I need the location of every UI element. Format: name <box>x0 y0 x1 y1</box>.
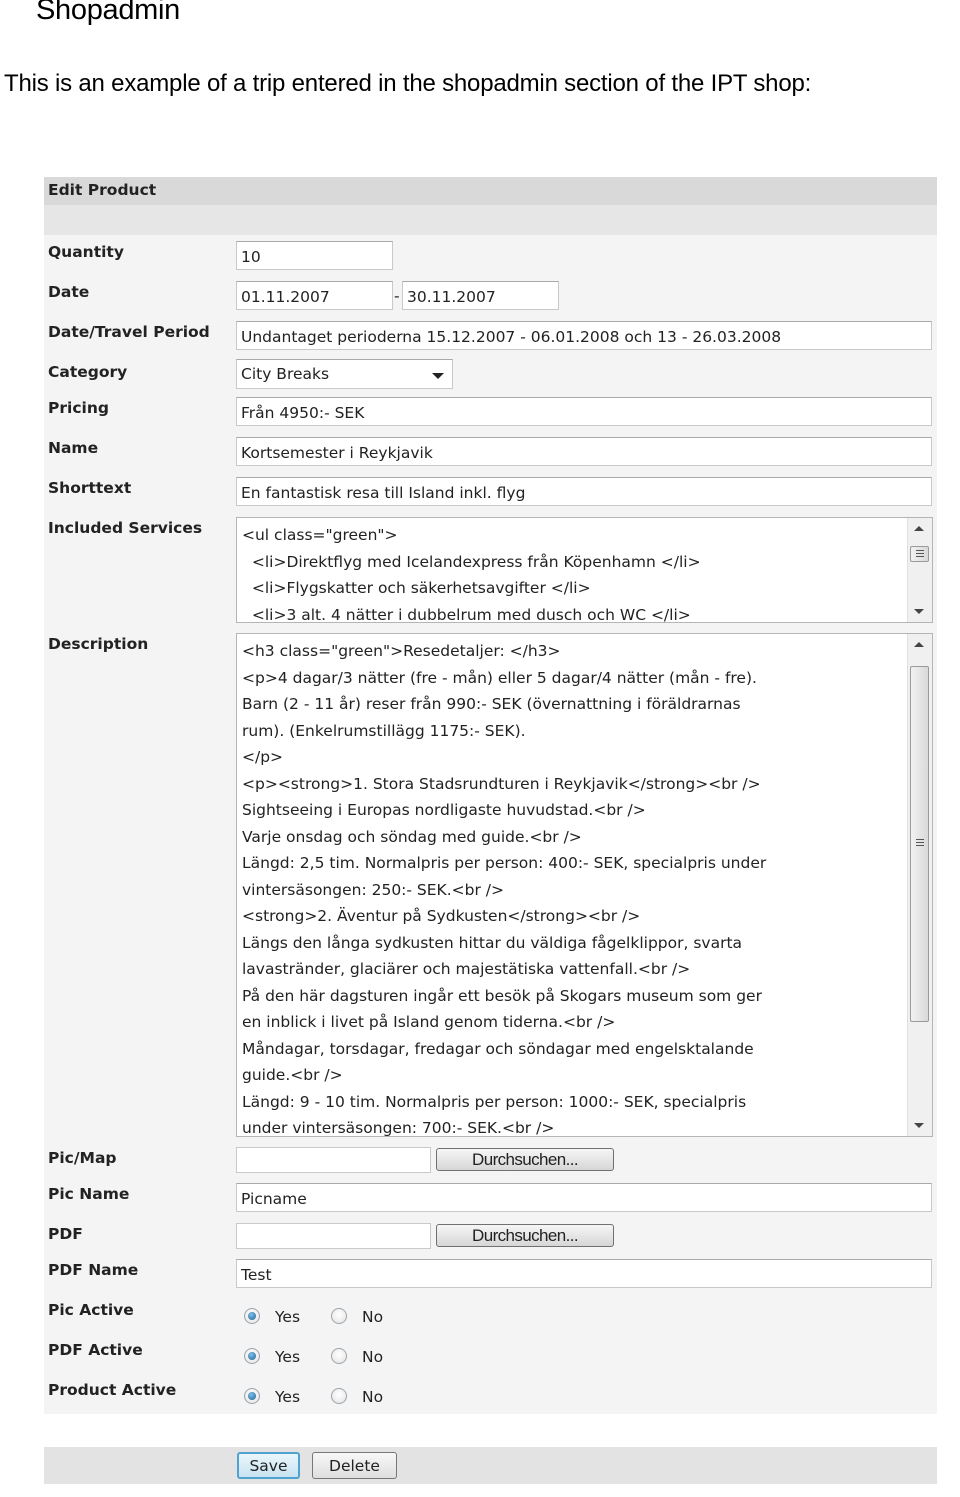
description-line: vintersäsongen: 250:- SEK.<br /> <box>242 880 504 899</box>
chevron-down-icon <box>432 373 444 379</box>
description-line: <p><strong>1. Stora Stadsrundturen i Rey… <box>242 774 761 793</box>
name-input[interactable]: Kortsemester i Reykjavik <box>236 437 932 466</box>
pdf-browse-button[interactable]: Durchsuchen... <box>436 1224 614 1247</box>
pdf-label: PDF <box>48 1225 83 1243</box>
pdf-file-input[interactable] <box>236 1223 431 1249</box>
grip-icon <box>916 550 924 559</box>
description-line: under vintersäsongen: 700:- SEK.<br /> <box>242 1119 555 1137</box>
included-services-textarea[interactable]: <ul class="green"> <li>Direktflyg med Ic… <box>236 517 933 623</box>
form-header: Edit Product <box>44 177 937 205</box>
pdf-active-no-radio[interactable] <box>331 1348 347 1364</box>
description-line: Barn (2 - 11 år) reser från 990:- SEK (ö… <box>242 695 741 713</box>
pic-map-label: Pic/Map <box>48 1149 117 1167</box>
pic-active-no-radio[interactable] <box>331 1308 347 1324</box>
product-active-label: Product Active <box>48 1381 177 1399</box>
included-services-line: <li>3 alt. 4 nätter i dubbelrum med dusc… <box>242 605 691 623</box>
pdf-name-input[interactable]: Test <box>236 1259 932 1288</box>
pic-active-yes-label: Yes <box>275 1308 301 1326</box>
pdf-active-yes-label: Yes <box>275 1348 301 1366</box>
included-services-label: Included Services <box>48 519 203 537</box>
description-line: På den här dagsturen ingår ett besök på … <box>242 986 762 1005</box>
description-line: rum). (Enkelrumstillägg 1175:- SEK). <box>242 721 526 740</box>
form-subheader <box>44 205 937 235</box>
arrow-down-icon[interactable] <box>914 1123 924 1128</box>
product-active-no-label: No <box>362 1388 384 1406</box>
travel-period-input[interactable]: Undantaget perioderna 15.12.2007 - 06.01… <box>236 321 932 350</box>
scrollbar-thumb[interactable] <box>910 666 929 1022</box>
pic-active-no-label: No <box>362 1308 384 1326</box>
pdf-active-no-label: No <box>362 1348 384 1366</box>
form-title: Edit Product <box>48 181 157 199</box>
pic-map-browse-button[interactable]: Durchsuchen... <box>436 1148 614 1171</box>
description-line: en inblick i livet på Island genom tider… <box>242 1013 616 1031</box>
included-services-line: <li>Direktflyg med Icelandexpress från K… <box>242 552 701 571</box>
shorttext-input[interactable]: En fantastisk resa till Island inkl. fly… <box>236 477 932 506</box>
save-button[interactable]: Save <box>237 1452 300 1479</box>
pdf-active-yes-radio[interactable] <box>244 1348 260 1364</box>
date-from-input[interactable]: 01.11.2007 <box>236 281 393 310</box>
description-line: guide.<br /> <box>242 1066 343 1084</box>
pic-map-file-input[interactable] <box>236 1147 431 1173</box>
pricing-input[interactable]: Från 4950:- SEK <box>236 397 932 426</box>
pic-name-input[interactable]: Picname <box>236 1183 932 1212</box>
delete-button[interactable]: Delete <box>312 1452 397 1479</box>
description-line: Måndagar, torsdagar, fredagar och söndag… <box>242 1039 754 1058</box>
description-line: lavastränder, glaciärer och majestätiska… <box>242 960 691 978</box>
pic-active-yes-radio[interactable] <box>244 1308 260 1324</box>
document-title: Shopadmin <box>36 0 181 26</box>
product-active-no-radio[interactable] <box>331 1388 347 1404</box>
description-line: Längs den långa sydkusten hittar du väld… <box>242 933 743 952</box>
grip-icon <box>916 839 924 848</box>
shorttext-label: Shorttext <box>48 479 132 497</box>
scrollbar-thumb[interactable] <box>910 546 929 562</box>
description-line: Längd: 9 - 10 tim. Normalpris per person… <box>242 1092 747 1111</box>
arrow-down-icon[interactable] <box>914 609 924 614</box>
date-label: Date <box>48 283 90 301</box>
arrow-up-icon[interactable] <box>914 526 924 531</box>
included-services-line: <ul class="green"> <box>242 526 398 544</box>
description-scrollbar[interactable] <box>907 634 932 1136</box>
product-active-yes-label: Yes <box>275 1388 301 1406</box>
form-actions-bar: Save Delete <box>44 1447 937 1484</box>
product-active-yes-radio[interactable] <box>244 1388 260 1404</box>
category-select[interactable]: City Breaks <box>236 359 453 389</box>
quantity-label: Quantity <box>48 243 124 261</box>
description-line: Varje onsdag och söndag med guide.<br /> <box>242 827 582 846</box>
description-text: <h3 class="green">Resedetaljer: </h3> <p>… <box>242 638 767 1137</box>
arrow-up-icon[interactable] <box>914 642 924 647</box>
description-line: <p>4 dagar/3 nätter (fre - mån) eller 5 … <box>242 668 757 687</box>
date-to-input[interactable]: 30.11.2007 <box>402 281 559 310</box>
included-services-scrollbar[interactable] <box>907 518 932 622</box>
pic-active-label: Pic Active <box>48 1301 134 1319</box>
date-separator: - <box>394 287 400 305</box>
pdf-name-label: PDF Name <box>48 1261 139 1279</box>
category-selected-value: City Breaks <box>241 365 330 383</box>
description-line: <strong>2. Äventur på Sydkusten</strong>… <box>242 907 641 925</box>
pic-name-label: Pic Name <box>48 1185 130 1203</box>
name-label: Name <box>48 439 99 457</box>
description-line: <h3 class="green">Resedetaljer: </h3> <box>242 642 561 660</box>
edit-product-form: Edit Product Quantity 10 Date 01.11.2007… <box>44 177 937 1414</box>
category-label: Category <box>48 363 128 381</box>
quantity-input[interactable]: 10 <box>236 241 393 270</box>
included-services-line: <li>Flygskatter och säkerhetsavgifter </… <box>242 579 591 597</box>
description-line: Sightseeing i Europas nordligaste huvuds… <box>242 801 646 819</box>
travel-period-label: Date/Travel Period <box>48 323 210 341</box>
pdf-active-label: PDF Active <box>48 1341 143 1359</box>
description-line: Längd: 2,5 tim. Normalpris per person: 4… <box>242 854 767 872</box>
description-line: </p> <box>242 748 284 766</box>
document-intro: This is an example of a trip entered in … <box>4 70 812 97</box>
description-textarea[interactable]: <h3 class="green">Resedetaljer: </h3> <p>… <box>236 633 933 1137</box>
included-services-text: <ul class="green"> <li>Direktflyg med Ic… <box>242 522 701 623</box>
pricing-label: Pricing <box>48 399 109 417</box>
description-label: Description <box>48 635 149 653</box>
